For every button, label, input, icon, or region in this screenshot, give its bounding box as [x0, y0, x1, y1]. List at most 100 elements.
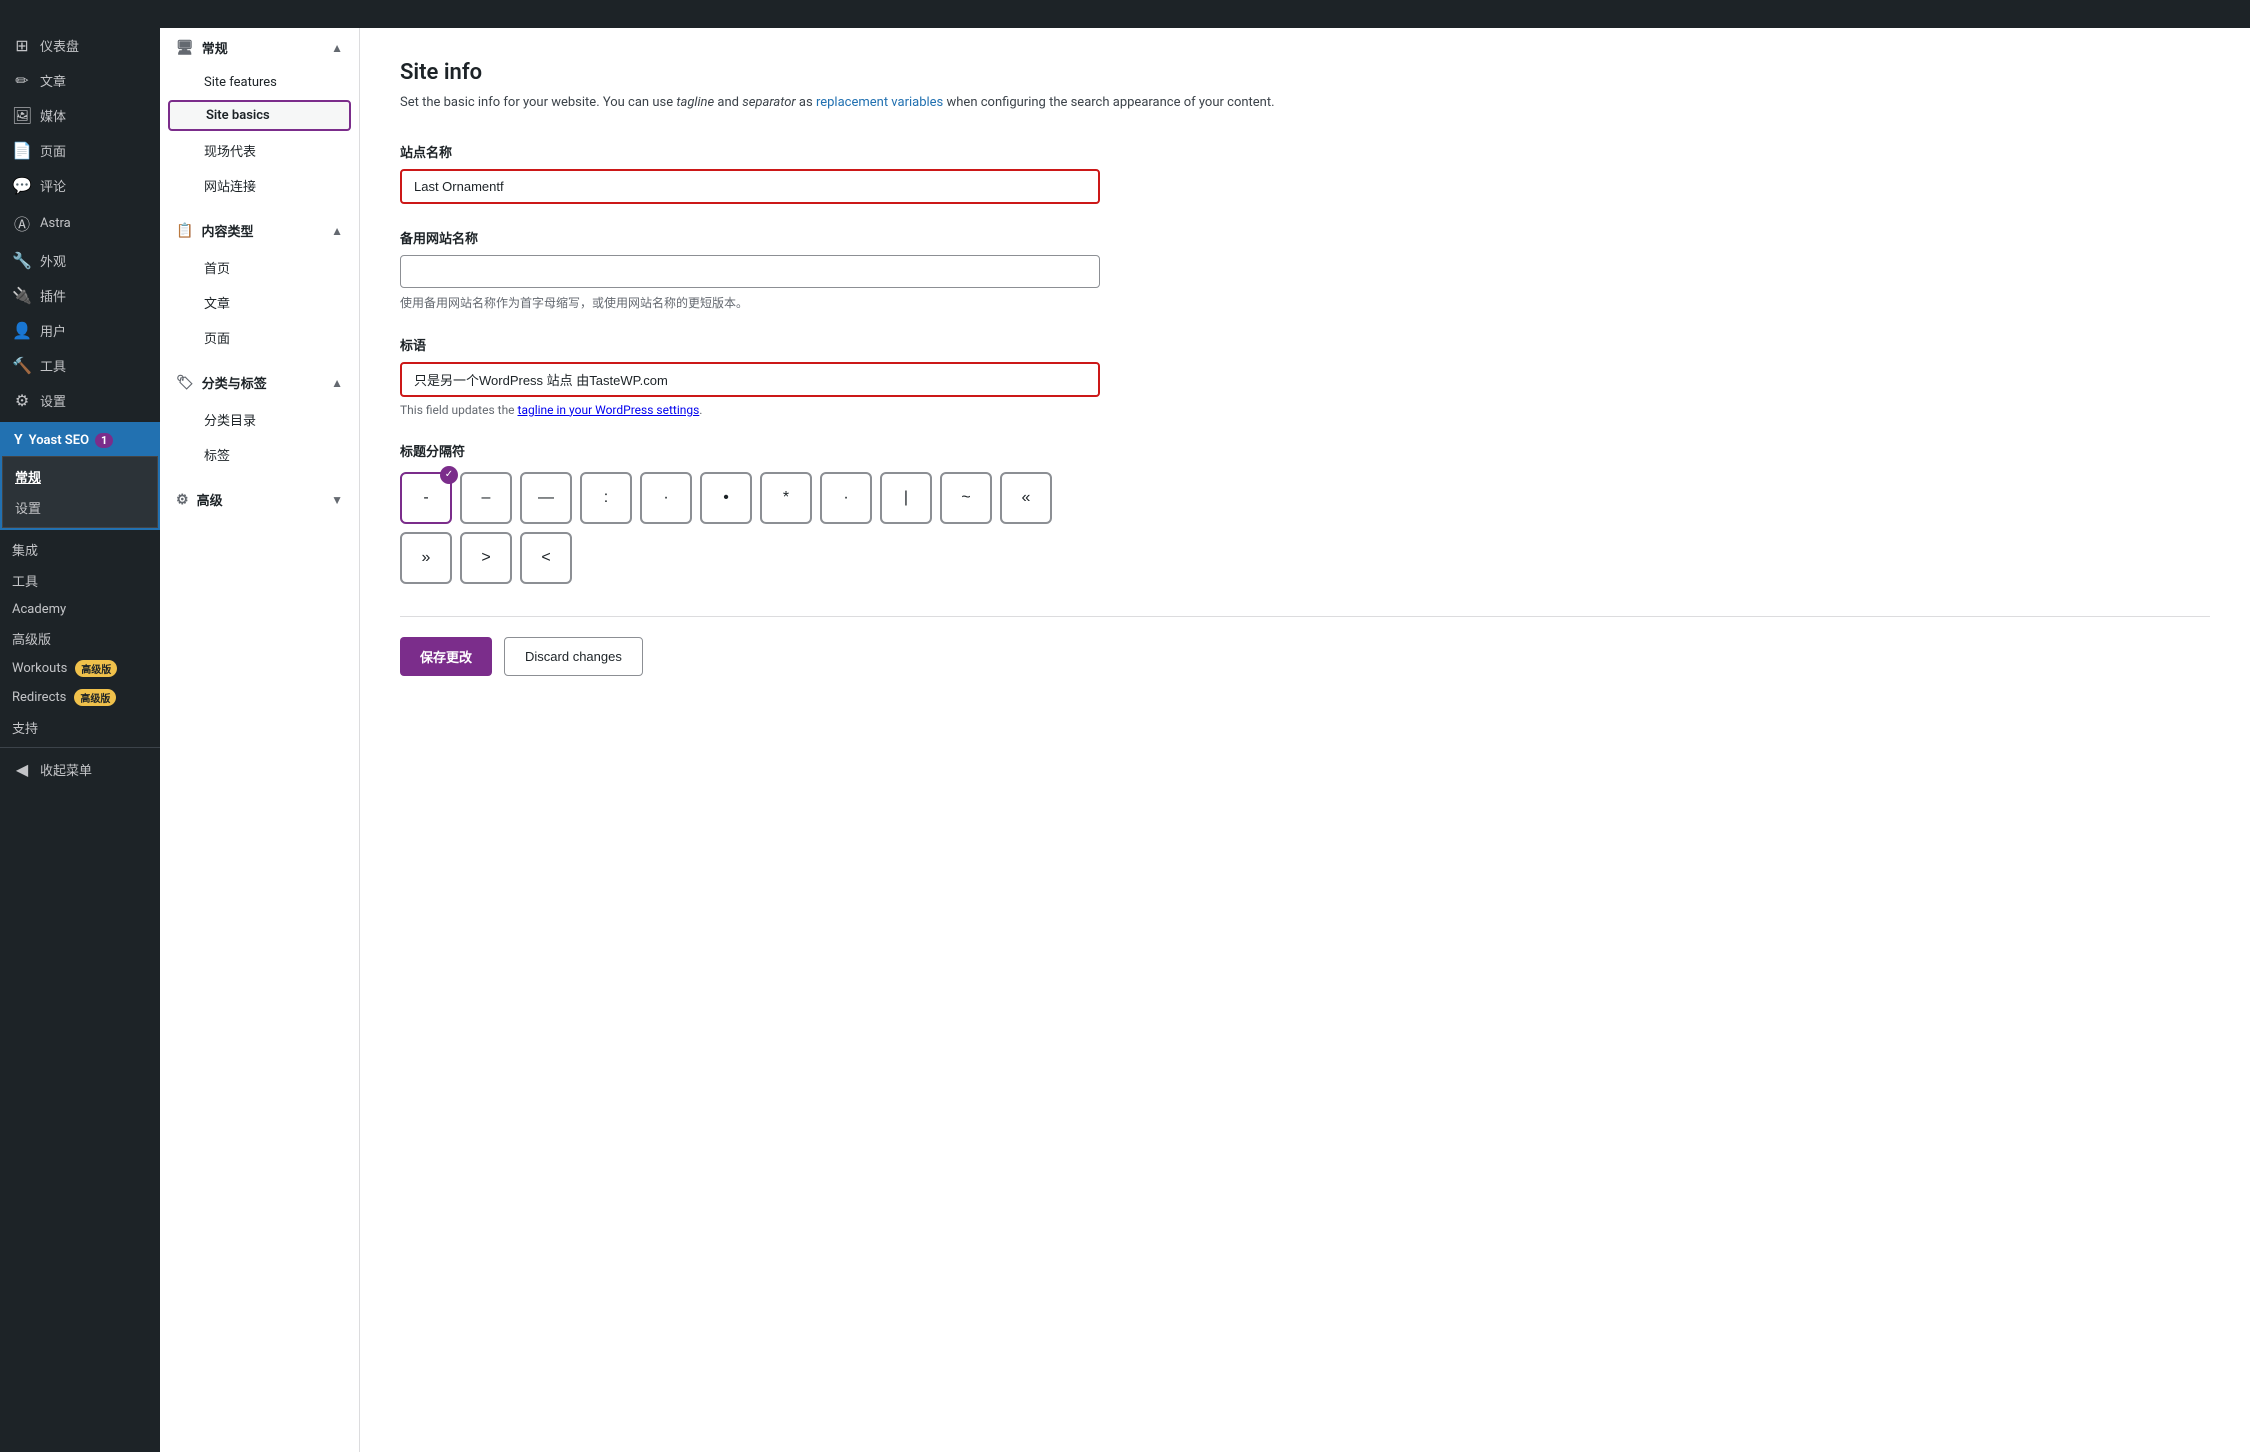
advanced-section-label: 高级 — [197, 490, 223, 509]
submenu-item-homepage[interactable]: 首页 — [160, 250, 359, 285]
yoast-sub-settings[interactable]: 设置 — [3, 492, 157, 523]
tagline-section: 标语 This field updates the tagline in you… — [400, 335, 2210, 417]
sidebar-label-users: 用户 — [40, 321, 66, 340]
discard-button[interactable]: Discard changes — [504, 637, 643, 676]
categories-section-label: 分类与标签 — [202, 373, 267, 392]
yoast-sub-general[interactable]: 常规 — [3, 461, 157, 492]
yoast-integrations[interactable]: 集成 — [0, 534, 160, 565]
separator-btn-tilde[interactable]: ~ — [940, 472, 992, 524]
separator-char-dash-medium: – — [482, 489, 491, 507]
separator-btn-dot-middle[interactable]: • — [700, 472, 752, 524]
workouts-premium-badge: 高级版 — [75, 660, 117, 677]
sidebar-item-comments[interactable]: 💬 评论 — [0, 168, 160, 203]
dashboard-icon: ⊞ — [12, 36, 32, 55]
sidebar-collapse[interactable]: ◀ 收起菜单 — [0, 752, 160, 787]
yoast-support[interactable]: 支持 — [0, 712, 160, 743]
tagline-input[interactable] — [400, 362, 1100, 397]
action-bar: 保存更改 Discard changes — [400, 616, 2210, 676]
separator-btn-dot-large[interactable]: · — [640, 472, 692, 524]
sidebar-item-dashboard[interactable]: ⊞ 仪表盘 — [0, 28, 160, 63]
yoast-label: Yoast SEO — [29, 433, 89, 448]
submenu-item-venue-rep[interactable]: 现场代表 — [160, 133, 359, 168]
submenu-advanced-header[interactable]: ⚙ 高级 ▼ — [160, 480, 359, 519]
astra-icon: Ⓐ — [12, 211, 32, 235]
separator-btn-guillemet-right[interactable]: » — [400, 532, 452, 584]
sidebar-item-pages[interactable]: 📄 页面 — [0, 133, 160, 168]
submenu-item-posts[interactable]: 文章 — [160, 285, 359, 320]
categories-section-icon: 🏷 — [176, 375, 194, 391]
separator-btn-dot-small[interactable]: · — [820, 472, 872, 524]
sidebar-item-tools[interactable]: 🔨 工具 — [0, 348, 160, 383]
separator-char-guillemet-right: » — [422, 549, 431, 567]
collapse-icon: ◀ — [12, 760, 32, 779]
submenu: 🖥 常规 ▲ Site features Site basics 现场代表 网站… — [160, 0, 360, 1452]
submenu-item-site-features[interactable]: Site features — [160, 67, 359, 98]
advanced-section-icon: ⚙ — [176, 492, 189, 508]
submenu-categories-header[interactable]: 🏷 分类与标签 ▲ — [160, 363, 359, 402]
sidebar-item-appearance[interactable]: 🔧 外观 — [0, 243, 160, 278]
settings-icon: ⚙ — [12, 391, 32, 410]
separator-btn-guillemet-left[interactable]: « — [1000, 472, 1052, 524]
yoast-workouts[interactable]: Workouts 高级版 — [0, 654, 160, 683]
site-name-label: 站点名称 — [400, 142, 2210, 161]
sidebar-item-users[interactable]: 👤 用户 — [0, 313, 160, 348]
separator-grid: - ✓ – — : · • * — [400, 472, 1100, 584]
submenu-item-category-archive[interactable]: 分类目录 — [160, 402, 359, 437]
submenu-item-site-basics[interactable]: Site basics — [168, 100, 351, 131]
sidebar-item-media[interactable]: 🖼 媒体 — [0, 98, 160, 133]
yoast-seo-section: Y Yoast SEO 1 常规 设置 — [0, 422, 160, 530]
posts-icon: ✏ — [12, 71, 32, 90]
yoast-header[interactable]: Y Yoast SEO 1 — [2, 424, 158, 456]
categories-toggle: ▲ — [331, 376, 343, 390]
separator-btn-dash-long[interactable]: — — [520, 472, 572, 524]
save-button[interactable]: 保存更改 — [400, 637, 492, 676]
separator-btn-dash-medium[interactable]: – — [460, 472, 512, 524]
tagline-hint-suffix: . — [699, 403, 702, 417]
submenu-section-general: 🖥 常规 ▲ Site features Site basics 现场代表 网站… — [160, 28, 359, 203]
alt-site-name-section: 备用网站名称 使用备用网站名称作为首字母缩写，或使用网站名称的更短版本。 — [400, 228, 2210, 311]
sidebar-divider — [0, 747, 160, 748]
yoast-redirects[interactable]: Redirects 高级版 — [0, 683, 160, 712]
appearance-icon: 🔧 — [12, 251, 32, 270]
sidebar-label-comments: 评论 — [40, 176, 66, 195]
sidebar-item-plugins[interactable]: 🔌 插件 — [0, 278, 160, 313]
general-section-toggle: ▲ — [331, 41, 343, 55]
tagline-wordpress-settings-link[interactable]: tagline in your WordPress settings — [518, 403, 700, 417]
separator-btn-angle-left[interactable]: < — [520, 532, 572, 584]
submenu-content-types-header[interactable]: 📋 内容类型 ▲ — [160, 211, 359, 250]
submenu-item-website-link[interactable]: 网站连接 — [160, 168, 359, 203]
alt-site-name-hint: 使用备用网站名称作为首字母缩写，或使用网站名称的更短版本。 — [400, 294, 2210, 311]
submenu-general-header[interactable]: 🖥 常规 ▲ — [160, 28, 359, 67]
tagline-hint: This field updates the tagline in your W… — [400, 403, 2210, 417]
submenu-item-tags[interactable]: 标签 — [160, 437, 359, 472]
desc-prefix: Set the basic info for your website. You… — [400, 95, 676, 110]
separator-char-pipe: | — [904, 489, 908, 507]
sidebar-label-plugins: 插件 — [40, 286, 66, 305]
separator-btn-colon[interactable]: : — [580, 472, 632, 524]
sidebar-label-tools: 工具 — [40, 356, 66, 375]
yoast-premium[interactable]: 高级版 — [0, 623, 160, 654]
submenu-item-pages[interactable]: 页面 — [160, 320, 359, 355]
sidebar-label-media: 媒体 — [40, 106, 66, 125]
sidebar-item-astra[interactable]: Ⓐ Astra — [0, 203, 160, 243]
separator-btn-asterisk[interactable]: * — [760, 472, 812, 524]
media-icon: 🖼 — [12, 106, 32, 125]
sidebar-item-posts[interactable]: ✏ 文章 — [0, 63, 160, 98]
separator-btn-pipe[interactable]: | — [880, 472, 932, 524]
sidebar-item-settings[interactable]: ⚙ 设置 — [0, 383, 160, 418]
yoast-academy[interactable]: Academy — [0, 596, 160, 623]
alt-site-name-input[interactable] — [400, 255, 1100, 288]
general-section-icon: 🖥 — [176, 40, 194, 56]
alt-site-name-label: 备用网站名称 — [400, 228, 2210, 247]
separator-btn-dash-short[interactable]: - ✓ — [400, 472, 452, 524]
desc-separator: separator — [742, 95, 795, 110]
desc-replacement-variables-link[interactable]: replacement variables — [816, 95, 943, 110]
sidebar: ⊞ 仪表盘 ✏ 文章 🖼 媒体 📄 页面 💬 评论 Ⓐ Astra 🔧 外观 🔌… — [0, 0, 160, 1452]
site-name-input[interactable] — [400, 169, 1100, 204]
separator-char-tilde: ~ — [961, 489, 970, 507]
yoast-tools[interactable]: 工具 — [0, 565, 160, 596]
separator-btn-angle-right[interactable]: > — [460, 532, 512, 584]
page-title: Site info — [400, 60, 2210, 85]
content-types-section-icon: 📋 — [176, 223, 193, 239]
general-section-label: 常规 — [202, 38, 228, 57]
